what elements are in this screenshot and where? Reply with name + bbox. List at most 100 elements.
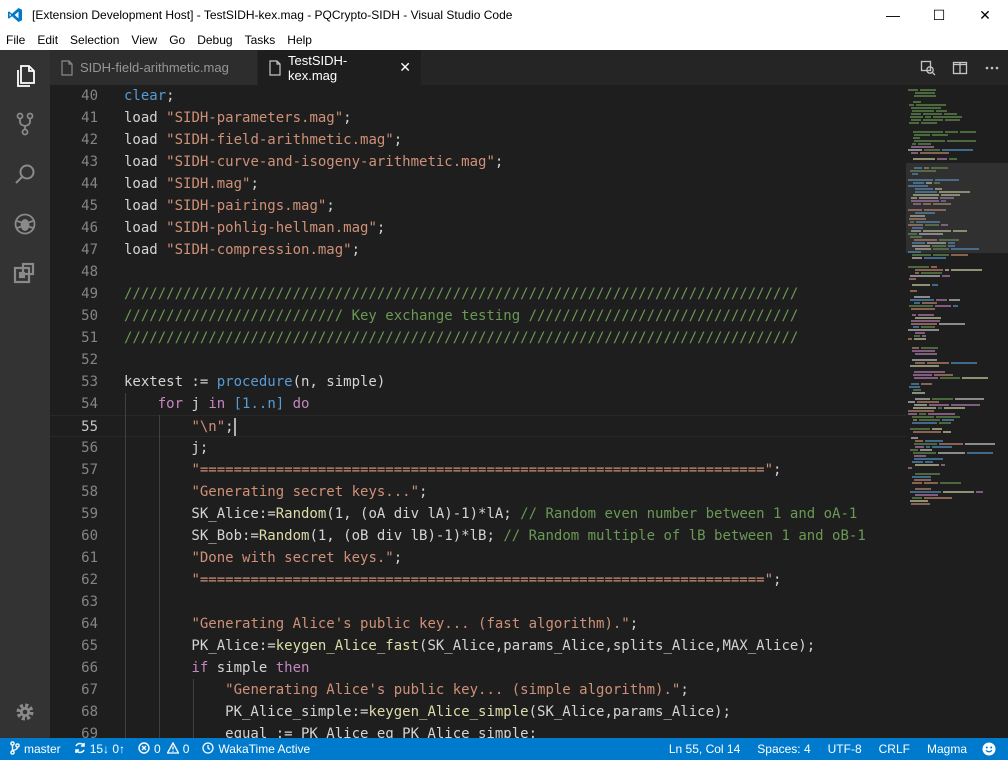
code-token: ////////////////////////// Key exchange … <box>124 308 799 324</box>
minimap-line <box>910 275 940 277</box>
code-line[interactable]: 45 load "SIDH-pairings.mag"; <box>50 195 906 217</box>
search-icon[interactable] <box>0 151 50 199</box>
code-line[interactable]: 63 <box>50 591 906 613</box>
minimap-line <box>926 446 930 448</box>
code-editor[interactable]: 40 clear; 41 load "SIDH-parameters.mag"; 42 l… <box>50 85 906 738</box>
extensions-icon[interactable] <box>0 250 50 298</box>
code-line[interactable]: 41 load "SIDH-parameters.mag"; <box>50 107 906 129</box>
code-line[interactable]: 50 ////////////////////////// Key exchang… <box>50 305 906 327</box>
minimap-line <box>914 443 937 445</box>
menu-edit[interactable]: Edit <box>31 30 64 50</box>
menu-go[interactable]: Go <box>163 30 191 50</box>
minimap-line <box>921 272 942 274</box>
tab-sidh-field-arithmetic[interactable]: SIDH-field-arithmetic.mag <box>50 50 258 85</box>
debug-icon[interactable] <box>0 200 50 248</box>
close-tab-icon[interactable]: ✕ <box>399 59 411 76</box>
code-line[interactable]: 49 //////////////////////////////////////… <box>50 283 906 305</box>
sync-icon <box>74 742 90 757</box>
minimap-line <box>912 350 935 352</box>
minimap-line <box>911 383 919 385</box>
minimap-line <box>925 440 943 442</box>
menu-file[interactable]: File <box>0 30 31 50</box>
cursor-position[interactable]: Ln 55, Col 14 <box>664 738 752 760</box>
minimap-line <box>942 149 973 151</box>
line-ending[interactable]: CRLF <box>874 738 922 760</box>
minimap-line <box>912 110 934 112</box>
feedback-smiley-icon[interactable] <box>977 738 1008 760</box>
code-token: "Generating secret keys..." <box>191 484 420 500</box>
minimap-line <box>912 314 916 316</box>
code-line[interactable]: 42 load "SIDH-field-arithmetic.mag"; <box>50 129 906 151</box>
code-line[interactable]: 40 clear; <box>50 85 906 107</box>
open-changes-icon[interactable] <box>912 50 944 85</box>
minimap[interactable] <box>906 85 1008 738</box>
minimap-line <box>932 398 953 400</box>
code-line[interactable]: 69 equal := PK_Alice eq PK_Alice_simple; <box>50 723 906 738</box>
code-line[interactable]: 60 SK_Bob:=Random(1, (oB div lB)-1)*lB; … <box>50 525 906 547</box>
code-line[interactable]: 55 "\n"; <box>50 415 906 437</box>
code-line[interactable]: 62 "====================================… <box>50 569 906 591</box>
minimap-line <box>912 143 916 145</box>
code-line[interactable]: 66 if simple then <box>50 657 906 679</box>
menu-help[interactable]: Help <box>281 30 318 50</box>
editor-actions <box>912 50 1008 85</box>
code-line[interactable]: 58 "Generating secret keys..."; <box>50 481 906 503</box>
code-line[interactable]: 48 <box>50 261 906 283</box>
code-line[interactable]: 65 PK_Alice:=keygen_Alice_fast(SK_Alice,… <box>50 635 906 657</box>
code-token: "SIDH-pohlig-hellman.mag" <box>166 220 377 236</box>
code-line[interactable]: 52 <box>50 349 906 371</box>
minimap-line <box>932 284 938 286</box>
menu-tasks[interactable]: Tasks <box>239 30 282 50</box>
menu-debug[interactable]: Debug <box>191 30 238 50</box>
source-control-icon[interactable] <box>0 100 50 148</box>
vscode-logo-icon <box>0 0 30 30</box>
ellipsis-icon[interactable] <box>976 50 1008 85</box>
gear-icon[interactable] <box>0 688 50 736</box>
maximize-button[interactable]: ☐ <box>916 0 962 30</box>
code-line[interactable]: 47 load "SIDH-compression.mag"; <box>50 239 906 261</box>
language-mode[interactable]: Magma <box>922 738 977 760</box>
line-number: 65 <box>81 638 98 654</box>
code-line[interactable]: 56 j; <box>50 437 906 459</box>
menu-view[interactable]: View <box>125 30 163 50</box>
code-token: keygen_Alice_simple <box>368 704 529 720</box>
menu-selection[interactable]: Selection <box>64 30 125 50</box>
code-line[interactable]: 54 for j in [1..n] do <box>50 393 906 415</box>
minimap-line <box>909 305 933 307</box>
code-line[interactable]: 67 "Generating Alice's public key... (si… <box>50 679 906 701</box>
code-line[interactable]: 46 load "SIDH-pohlig-hellman.mag"; <box>50 217 906 239</box>
indentation[interactable]: Spaces: 4 <box>752 738 822 760</box>
code-line[interactable]: 61 "Done with secret keys."; <box>50 547 906 569</box>
wakatime-status[interactable]: WakaTime Active <box>194 738 315 760</box>
code-line[interactable]: 57 "====================================… <box>50 459 906 481</box>
minimap-line <box>943 491 974 493</box>
code-line[interactable]: 44 load "SIDH.mag"; <box>50 173 906 195</box>
code-line[interactable]: 43 load "SIDH-curve-and-isogeny-arithmeti… <box>50 151 906 173</box>
minimize-button[interactable]: — <box>870 0 916 30</box>
minimap-line <box>949 299 960 301</box>
minimap-line <box>951 362 977 364</box>
problems-status[interactable]: 0 0 <box>130 738 194 760</box>
code-token: in <box>208 396 226 412</box>
line-code: SK_Alice:=Random(1, (oA div lA)-1)*lA; /… <box>124 503 857 525</box>
minimap-viewport[interactable] <box>906 163 1008 253</box>
branch-status[interactable]: master <box>0 738 66 760</box>
encoding[interactable]: UTF-8 <box>823 738 874 760</box>
code-line[interactable]: 53 kextest := procedure(n, simple) <box>50 371 906 393</box>
line-number: 66 <box>81 660 98 676</box>
code-line[interactable]: 64 "Generating Alice's public key... (fa… <box>50 613 906 635</box>
menu-bar: File Edit Selection View Go Debug Tasks … <box>0 30 1008 50</box>
code-line[interactable]: 59 SK_Alice:=Random(1, (oA div lA)-1)*lA… <box>50 503 906 525</box>
close-window-button[interactable]: ✕ <box>962 0 1008 30</box>
sync-status[interactable]: 15↓ 0↑ <box>66 738 130 760</box>
code-line[interactable]: 68 PK_Alice_simple:=keygen_Alice_simple(… <box>50 701 906 723</box>
code-line[interactable]: 51 //////////////////////////////////////… <box>50 327 906 349</box>
files-icon[interactable] <box>0 52 50 100</box>
split-editor-icon[interactable] <box>944 50 976 85</box>
line-number: 64 <box>81 616 98 632</box>
minimap-line <box>912 416 934 418</box>
tab-testsidh-kex[interactable]: TestSIDH-kex.mag ✕ <box>258 50 422 85</box>
code-token: "SIDH-curve-and-isogeny-arithmetic.mag" <box>166 154 495 170</box>
minimap-line <box>915 317 941 319</box>
